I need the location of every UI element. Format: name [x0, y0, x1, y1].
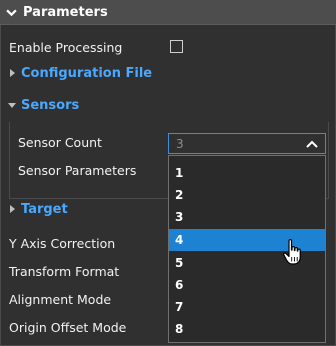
origin-offset-mode-label: Origin Offset Mode [9, 319, 127, 335]
triangle-right-icon [10, 69, 15, 77]
chevron-up-icon [306, 140, 318, 148]
chevron-down-icon [6, 9, 17, 16]
y-axis-correction-row: Y Axis Correction [9, 231, 115, 255]
y-axis-correction-label: Y Axis Correction [9, 235, 116, 251]
triangle-down-icon [8, 103, 16, 108]
target-section[interactable]: Target [7, 198, 68, 220]
sensors-title: Sensors [21, 97, 80, 113]
dropdown-option-7[interactable]: 7 [169, 296, 325, 318]
dropdown-option-6[interactable]: 6 [169, 274, 325, 296]
configuration-file-title: Configuration File [21, 65, 153, 81]
triangle-right-icon [10, 205, 15, 213]
dropdown-option-1[interactable]: 1 [169, 162, 325, 184]
sensor-count-value: 3 [176, 136, 184, 151]
sensor-parameters-row: Sensor Parameters [18, 158, 136, 182]
enable-processing-row: Enable Processing [9, 35, 122, 59]
sensor-count-label: Sensor Count [18, 134, 102, 150]
panel-title: Parameters [23, 4, 108, 20]
configuration-file-section[interactable]: Configuration File [7, 62, 152, 84]
enable-processing-checkbox[interactable] [170, 40, 183, 53]
transform-format-row: Transform Format [9, 259, 119, 283]
alignment-mode-label: Alignment Mode [9, 291, 112, 307]
dropdown-option-3[interactable]: 3 [169, 206, 325, 228]
hand-cursor-icon [283, 239, 301, 265]
sensor-count-row: Sensor Count [18, 130, 102, 154]
enable-processing-label: Enable Processing [9, 39, 123, 55]
parameters-header[interactable]: Parameters [0, 0, 336, 25]
transform-format-label: Transform Format [9, 263, 120, 279]
alignment-mode-row: Alignment Mode [9, 287, 111, 311]
origin-offset-mode-row: Origin Offset Mode [9, 315, 126, 339]
sensor-parameters-label: Sensor Parameters [18, 162, 137, 178]
target-title: Target [21, 201, 68, 217]
dropdown-option-2[interactable]: 2 [169, 184, 325, 206]
sensor-count-select[interactable]: 3 [168, 133, 326, 154]
sensors-section[interactable]: Sensors [7, 94, 79, 116]
dropdown-option-8[interactable]: 8 [169, 318, 325, 340]
